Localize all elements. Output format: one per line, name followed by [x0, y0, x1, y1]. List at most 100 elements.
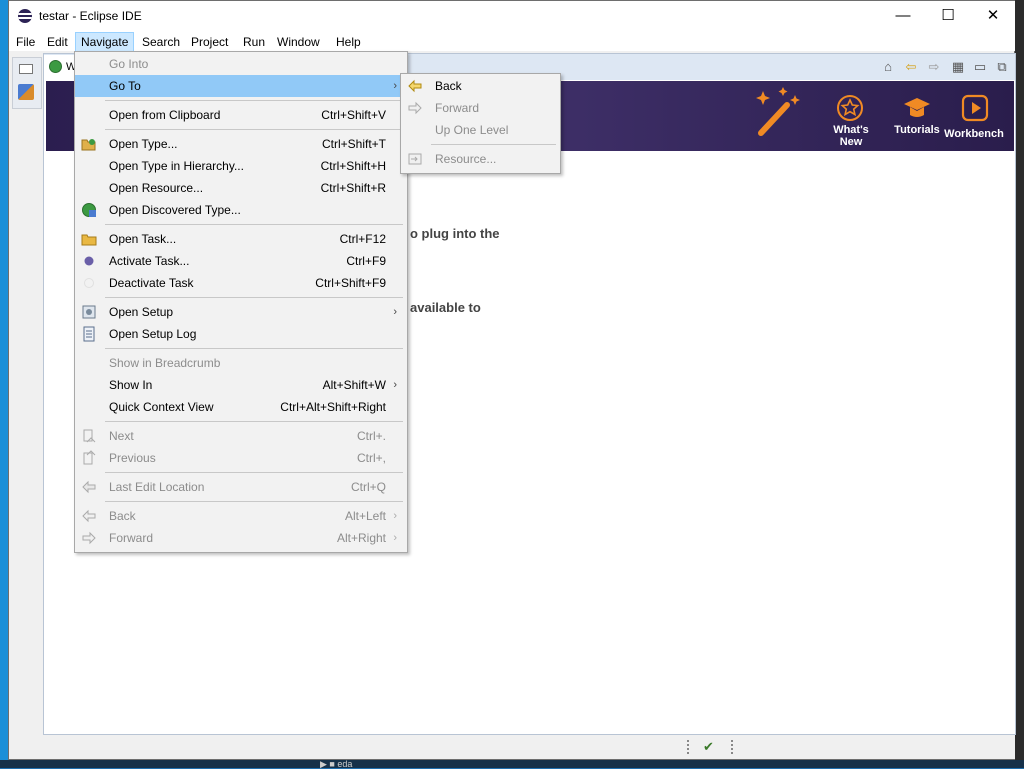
submenu-item-resource[interactable]: Resource... — [401, 148, 558, 170]
whats-new-star-icon[interactable] — [835, 93, 865, 123]
title-bar[interactable]: testar - Eclipse IDE — ☐ ✕ — [9, 1, 1015, 31]
tab-welcome[interactable]: W — [44, 55, 77, 80]
menu-separator — [105, 297, 403, 298]
menu-item-show-in[interactable]: Show In Alt+Shift+W › — [75, 374, 405, 396]
customize-page-icon[interactable]: ▦ — [950, 59, 966, 75]
setup-icon — [82, 305, 96, 319]
close-button[interactable]: ✕ — [970, 1, 1016, 31]
discovered-type-icon — [82, 203, 96, 217]
menu-item-label: Resource... — [435, 152, 497, 166]
goto-submenu: Back Forward Up One Level Resource... — [400, 73, 561, 174]
menu-item-label: Last Edit Location — [109, 480, 205, 494]
menu-separator — [105, 100, 403, 101]
taskbar — [0, 760, 1024, 768]
submenu-arrow-icon: › — [393, 306, 397, 318]
menu-item-next[interactable]: Next Ctrl+. — [75, 425, 405, 447]
minimize-view-icon[interactable]: ▭ — [972, 59, 988, 75]
menu-item-open-setup[interactable]: Open Setup › — [75, 301, 405, 323]
workbench-label[interactable]: Workbench — [939, 128, 1009, 140]
menu-item-shortcut: Ctrl+Q — [350, 480, 386, 494]
minimize-button[interactable]: — — [880, 1, 926, 31]
maximize-view-icon[interactable]: ⧉ — [994, 59, 1010, 75]
status-bar: ✔ — [9, 735, 1015, 759]
eclipse-logo-icon — [18, 9, 32, 23]
deactivate-task-icon — [84, 278, 94, 288]
menu-item-go-to[interactable]: Go To › — [75, 75, 405, 97]
menu-item-last-edit-location[interactable]: Last Edit Location Ctrl+Q — [75, 476, 405, 498]
magic-wand-icon — [756, 87, 800, 136]
menu-item-shortcut: Ctrl+Shift+R — [320, 181, 386, 195]
menu-item-shortcut: Ctrl+F9 — [346, 254, 386, 268]
menu-item-open-from-clipboard[interactable]: Open from Clipboard Ctrl+Shift+V — [75, 104, 405, 126]
menu-item-label: Show in Breadcrumb — [109, 356, 221, 370]
task-folder-icon — [81, 234, 97, 246]
menu-file[interactable]: File — [11, 33, 40, 51]
menu-item-label: Open Type... — [109, 137, 178, 151]
menu-bar: File Edit Navigate Search Project Run Wi… — [9, 31, 1015, 52]
menu-item-label: Back — [109, 509, 136, 523]
menu-item-back[interactable]: Back Alt+Left › — [75, 505, 405, 527]
menu-item-open-discovered-type[interactable]: Open Discovered Type... — [75, 199, 405, 221]
menu-project[interactable]: Project — [186, 33, 233, 51]
menu-help[interactable]: Help — [331, 33, 366, 51]
menu-item-label: Show In — [109, 378, 153, 392]
tutorials-cap-icon[interactable] — [902, 93, 932, 123]
menu-item-label: Open from Clipboard — [109, 108, 221, 122]
tutorials-label[interactable]: Tutorials — [887, 124, 947, 136]
menu-run[interactable]: Run — [238, 33, 270, 51]
desktop-background-right — [1015, 0, 1024, 760]
menu-item-previous[interactable]: Previous Ctrl+, — [75, 447, 405, 469]
menu-item-quick-context-view[interactable]: Quick Context View Ctrl+Alt+Shift+Right — [75, 396, 405, 418]
menu-item-label: Deactivate Task — [109, 276, 194, 290]
menu-item-label: Open Setup — [109, 305, 174, 319]
maximize-button[interactable]: ☐ — [925, 1, 971, 31]
menu-item-open-type[interactable]: Open Type... Ctrl+Shift+T — [75, 133, 405, 155]
submenu-item-back[interactable]: Back — [401, 75, 558, 97]
menu-item-shortcut: Ctrl+F12 — [339, 232, 386, 246]
submenu-item-forward[interactable]: Forward — [401, 97, 558, 119]
menu-item-forward[interactable]: Forward Alt+Right › — [75, 527, 405, 549]
next-annotation-icon — [83, 429, 96, 443]
menu-item-label: Forward — [435, 101, 480, 115]
forward-arrow-icon[interactable]: ⇨ — [926, 59, 942, 75]
menu-item-label: Forward — [109, 531, 154, 545]
welcome-body-text-1: o plug into the — [410, 226, 500, 241]
welcome-globe-icon — [49, 60, 62, 73]
menu-item-label: Open Task... — [109, 232, 177, 246]
menu-item-deactivate-task[interactable]: Deactivate Task Ctrl+Shift+F9 — [75, 272, 405, 294]
menu-separator — [105, 348, 403, 349]
home-icon[interactable]: ⌂ — [880, 59, 896, 75]
menu-item-show-in-breadcrumb[interactable]: Show in Breadcrumb — [75, 352, 405, 374]
menu-item-label: Back — [435, 79, 462, 93]
menu-item-open-setup-log[interactable]: Open Setup Log — [75, 323, 405, 345]
menu-navigate[interactable]: Navigate — [75, 32, 135, 52]
submenu-arrow-icon: › — [393, 532, 397, 544]
workbench-play-icon[interactable] — [960, 93, 990, 123]
taskbar-item[interactable]: ▶ ■ eda — [320, 760, 352, 769]
menu-item-open-type-in-hierarchy[interactable]: Open Type in Hierarchy... Ctrl+Shift+H — [75, 155, 405, 177]
menu-item-open-task[interactable]: Open Task... Ctrl+F12 — [75, 228, 405, 250]
whats-new-label[interactable]: What's New — [821, 124, 881, 148]
open-type-icon — [81, 139, 96, 151]
menu-separator — [105, 421, 403, 422]
menu-item-label: Go Into — [109, 57, 149, 71]
menu-window[interactable]: Window — [272, 33, 325, 51]
task-status-icon[interactable]: ✔ — [703, 739, 714, 755]
back-arrow-icon — [408, 79, 422, 93]
menu-item-label: Open Resource... — [109, 181, 204, 195]
package-explorer-icon[interactable] — [18, 84, 34, 100]
menu-separator — [105, 501, 403, 502]
submenu-item-up-one-level[interactable]: Up One Level — [401, 119, 558, 141]
menu-item-open-resource[interactable]: Open Resource... Ctrl+Shift+R — [75, 177, 405, 199]
back-arrow-icon[interactable]: ⇦ — [903, 59, 919, 75]
welcome-body-text-2: available to — [410, 300, 481, 315]
menu-item-go-into[interactable]: Go Into — [75, 53, 405, 75]
menu-item-shortcut: Ctrl+Shift+T — [321, 137, 386, 151]
back-arrow-icon — [82, 509, 96, 523]
status-separator-2 — [731, 740, 735, 754]
menu-item-label: Previous — [109, 451, 156, 465]
restore-view-icon[interactable] — [19, 64, 33, 74]
menu-item-activate-task[interactable]: Activate Task... Ctrl+F9 — [75, 250, 405, 272]
menu-edit[interactable]: Edit — [42, 33, 73, 51]
menu-search[interactable]: Search — [137, 33, 185, 51]
